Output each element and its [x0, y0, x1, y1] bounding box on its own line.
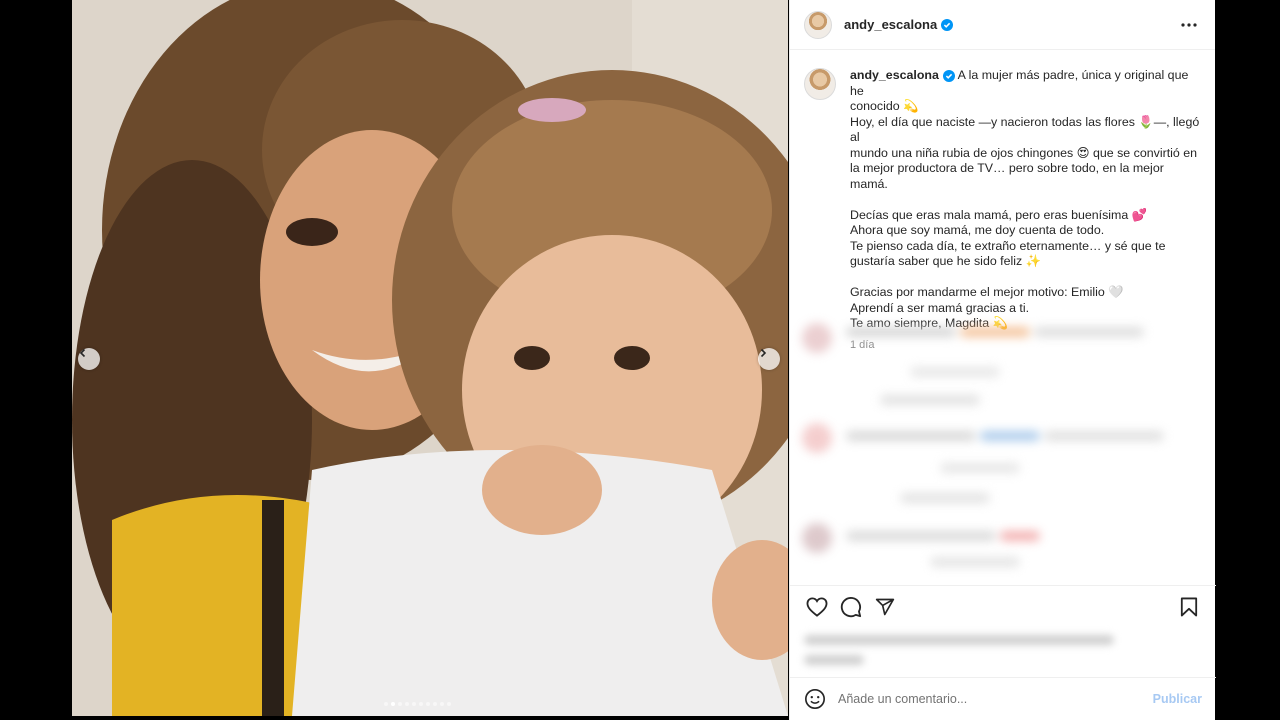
blurred-comments	[790, 313, 1216, 585]
carousel-dot	[384, 702, 388, 706]
carousel-dot	[447, 702, 451, 706]
caption-username[interactable]: andy_escalona	[850, 68, 939, 82]
emoji-icon[interactable]	[804, 688, 826, 710]
comment-input[interactable]	[838, 692, 1153, 706]
bookmark-icon	[1180, 597, 1198, 617]
like-button[interactable]	[800, 590, 834, 624]
chevron-right-icon	[760, 348, 767, 358]
avatar[interactable]	[804, 68, 836, 100]
comment-button[interactable]	[834, 590, 868, 624]
carousel-dot	[419, 702, 423, 706]
caption-line: Gracias por mandarme el mejor motivo: Em…	[850, 285, 1124, 299]
caption: andy_escalona A la mujer más padre, únic…	[790, 51, 1216, 353]
caption-line: gustaría saber que he sido feliz ✨	[850, 254, 1042, 268]
caption-first-line: andy_escalona A la mujer más padre, únic…	[850, 68, 1200, 99]
post-header: andy_escalona	[790, 0, 1215, 50]
chevron-left-icon	[79, 348, 86, 358]
comments-section[interactable]: andy_escalona A la mujer más padre, únic…	[790, 51, 1216, 585]
post-photo[interactable]	[72, 0, 788, 716]
caption-line: Hoy, el día que naciste —y nacieron toda…	[850, 114, 1200, 145]
carousel-dot	[412, 702, 416, 706]
carousel-dot	[398, 702, 402, 706]
carousel-dot	[426, 702, 430, 706]
verified-badge-icon	[941, 18, 954, 31]
share-button[interactable]	[868, 590, 902, 624]
next-slide-button[interactable]	[758, 348, 780, 370]
caption-line: la mejor productora de TV… pero sobre to…	[850, 161, 1164, 191]
avatar[interactable]	[804, 10, 832, 39]
carousel-dot	[405, 702, 409, 706]
carousel-dot	[391, 702, 395, 706]
caption-text: andy_escalona A la mujer más padre, únic…	[850, 68, 1200, 353]
caption-line: mundo una niña rubia de ojos chingones 😍…	[850, 145, 1198, 160]
more-options-button[interactable]	[1177, 13, 1201, 37]
carousel-dot	[433, 702, 437, 706]
post-details-panel: andy_escalona andy_escalona A la mujer m…	[789, 0, 1216, 720]
photo-illustration	[72, 0, 788, 716]
action-bar	[790, 586, 1216, 628]
caption-line: conocido 💫	[850, 99, 919, 113]
publish-button[interactable]: Publicar	[1153, 692, 1202, 706]
verified-badge-icon	[942, 69, 955, 82]
carousel-dot	[440, 702, 444, 706]
caption-line: Ahora que soy mamá, me doy cuenta de tod…	[850, 223, 1105, 237]
post-actions	[790, 585, 1216, 677]
post-modal: andy_escalona andy_escalona A la mujer m…	[0, 0, 1280, 720]
share-icon	[875, 598, 895, 616]
caption-line: Te pienso cada día, te extraño eternamen…	[850, 238, 1166, 253]
caption-line: Decías que eras mala mamá, pero eras bue…	[850, 207, 1148, 222]
carousel-indicator	[384, 702, 451, 706]
comment-icon	[840, 597, 862, 618]
blurred-likes	[804, 631, 1124, 669]
previous-slide-button[interactable]	[78, 348, 100, 370]
save-button[interactable]	[1172, 590, 1206, 624]
heart-icon	[806, 597, 828, 617]
add-comment-bar: Publicar	[790, 677, 1216, 720]
more-options-icon	[1181, 22, 1197, 27]
username-link[interactable]: andy_escalona	[844, 17, 937, 32]
